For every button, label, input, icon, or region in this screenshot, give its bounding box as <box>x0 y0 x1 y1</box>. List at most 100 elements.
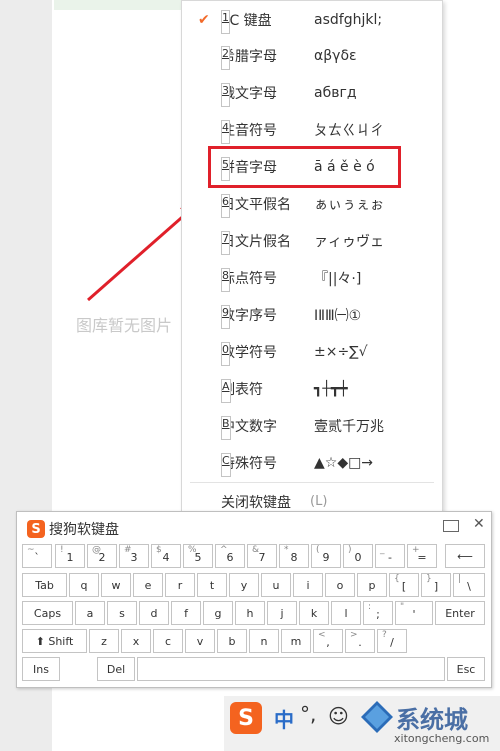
input-mode-toggle[interactable]: 中 <box>274 704 294 733</box>
key-y[interactable]: y <box>229 573 259 597</box>
key-Caps[interactable]: Caps <box>22 601 73 625</box>
key-/[interactable]: ? / <box>377 629 407 653</box>
key-t[interactable]: t <box>197 573 227 597</box>
menu-item-2[interactable]: 2 希腊字母 αβγδε <box>182 37 442 74</box>
key-5[interactable]: % 5 <box>183 544 213 568</box>
key-6[interactable]: ^ 6 <box>215 544 245 568</box>
key-label: = <box>417 551 427 564</box>
key-o[interactable]: o <box>325 573 355 597</box>
key-label: 5 <box>194 551 202 564</box>
watermark: 系统城 xitongcheng.com <box>358 698 498 748</box>
key-,[interactable]: <, <box>313 629 343 653</box>
key-Esc[interactable]: Esc <box>447 657 485 681</box>
key-r[interactable]: r <box>165 573 195 597</box>
key-Tab[interactable]: Tab <box>22 573 67 597</box>
key-j[interactable]: j <box>267 601 297 625</box>
keyboard-icon[interactable] <box>443 520 459 532</box>
menu-item-3[interactable]: 3 俄文字母 абвгд <box>182 74 442 111</box>
key-'[interactable]: " ' <box>395 601 433 625</box>
menu-item-sample: asdfghjkl; <box>314 11 383 28</box>
menu-item-7[interactable]: 7 日文片假名 ァィゥヴェ <box>182 222 442 259</box>
key-m[interactable]: m <box>281 629 311 653</box>
key-Ins[interactable]: Ins <box>22 657 60 681</box>
key-v[interactable]: v <box>185 629 215 653</box>
menu-item-9[interactable]: 9 数字序号 ⅠⅡⅢ㈠① <box>182 296 442 333</box>
key-s[interactable]: s <box>107 601 137 625</box>
key-k[interactable]: k <box>299 601 329 625</box>
menu-item-0[interactable]: 0 数学符号 ±×÷∑√ <box>182 333 442 370</box>
key-i[interactable]: i <box>293 573 323 597</box>
key-u[interactable]: u <box>261 573 291 597</box>
key-Del[interactable]: Del <box>97 657 135 681</box>
key-label: z <box>101 635 107 648</box>
key-0[interactable]: ) 0 <box>343 544 373 568</box>
key-⟵[interactable]: ⟵ <box>445 544 485 568</box>
key-e[interactable]: e <box>133 573 163 597</box>
key-x[interactable]: x <box>121 629 151 653</box>
menu-item-4[interactable]: 4 注音符号 ㄆㄊㄍㄐㄔ <box>182 111 442 148</box>
key-⬆-Shift[interactable]: ⬆ Shift <box>22 629 87 653</box>
sogou-logo-icon[interactable]: S <box>230 702 262 734</box>
close-icon[interactable]: ✕ <box>473 516 485 532</box>
keyboard-title[interactable]: S 搜狗软键盘 <box>27 519 119 539</box>
key--[interactable]: _ - <box>375 544 405 568</box>
key-[[interactable]: {[ <box>389 573 419 597</box>
key-label: . <box>358 636 362 649</box>
key-label: f <box>184 607 188 620</box>
key-label: \ <box>467 580 471 593</box>
key-\[interactable]: | \ <box>453 573 485 597</box>
key-label: t <box>209 579 215 592</box>
key-w[interactable]: w <box>101 573 131 597</box>
key-d[interactable]: d <box>139 601 169 625</box>
key-label: Del <box>106 663 126 676</box>
key-b[interactable]: b <box>217 629 247 653</box>
key-label: g <box>214 607 222 620</box>
menu-item-sample: 『||々·] <box>314 270 362 287</box>
key-g[interactable]: g <box>203 601 233 625</box>
punctuation-toggle[interactable]: °, <box>300 702 316 726</box>
key-label: p <box>368 579 376 592</box>
key-`[interactable]: ~ ` <box>22 544 52 568</box>
key-label: s <box>119 607 125 620</box>
key-label: n <box>260 635 268 648</box>
menu-item-8[interactable]: 8 标点符号 『||々·] <box>182 259 442 296</box>
key-q[interactable]: q <box>69 573 99 597</box>
soft-keyboard-panel: S 搜狗软键盘 ✕ ~ `! 1 @2 #3 $4% 5 ^ 6 & 7 * 8(9) 0 _ - + = ⟵ Tab… <box>16 511 492 688</box>
menu-item-label: B 中文数字 <box>221 415 277 440</box>
key-][interactable]: }] <box>421 573 451 597</box>
key-space[interactable] <box>137 657 445 681</box>
emoji-icon[interactable]: ☺ <box>328 704 349 728</box>
key-;[interactable]: :; <box>363 601 393 625</box>
key-.[interactable]: >. <box>345 629 375 653</box>
menu-item-1[interactable]: ✔ 1 PC 键盘 asdfghjkl; <box>182 1 442 38</box>
key-3[interactable]: #3 <box>119 544 149 568</box>
key-4[interactable]: $4 <box>151 544 181 568</box>
key-=[interactable]: + = <box>407 544 437 568</box>
key-2[interactable]: @2 <box>87 544 117 568</box>
menu-item-A[interactable]: A 制表符 ┓┼┳┿ <box>182 370 442 407</box>
key-8[interactable]: * 8 <box>279 544 309 568</box>
key-a[interactable]: a <box>75 601 105 625</box>
key-1[interactable]: ! 1 <box>55 544 85 568</box>
key-l[interactable]: l <box>331 601 361 625</box>
key-h[interactable]: h <box>235 601 265 625</box>
key-z[interactable]: z <box>89 629 119 653</box>
key-7[interactable]: & 7 <box>247 544 277 568</box>
menu-item-sample: ァィゥヴェ <box>314 233 384 250</box>
key-c[interactable]: c <box>153 629 183 653</box>
key-Enter[interactable]: Enter <box>435 601 485 625</box>
key-label: l <box>344 607 348 620</box>
key-label: / <box>390 636 394 649</box>
key-label: ; <box>376 608 380 621</box>
key-p[interactable]: p <box>357 573 387 597</box>
menu-item-B[interactable]: B 中文数字 壹贰千万兆 <box>182 407 442 444</box>
menu-item-label: 4 注音符号 <box>221 119 277 144</box>
menu-item-6[interactable]: 6 日文平假名 ぁぃぅぇぉ <box>182 185 442 222</box>
menu-item-C[interactable]: C 特殊符号 ▲☆◆□→ <box>182 444 442 481</box>
key-label: e <box>144 579 152 592</box>
key-f[interactable]: f <box>171 601 201 625</box>
key-label: 7 <box>258 551 266 564</box>
key-9[interactable]: (9 <box>311 544 341 568</box>
key-n[interactable]: n <box>249 629 279 653</box>
menu-item-sample: ±×÷∑√ <box>314 343 368 360</box>
